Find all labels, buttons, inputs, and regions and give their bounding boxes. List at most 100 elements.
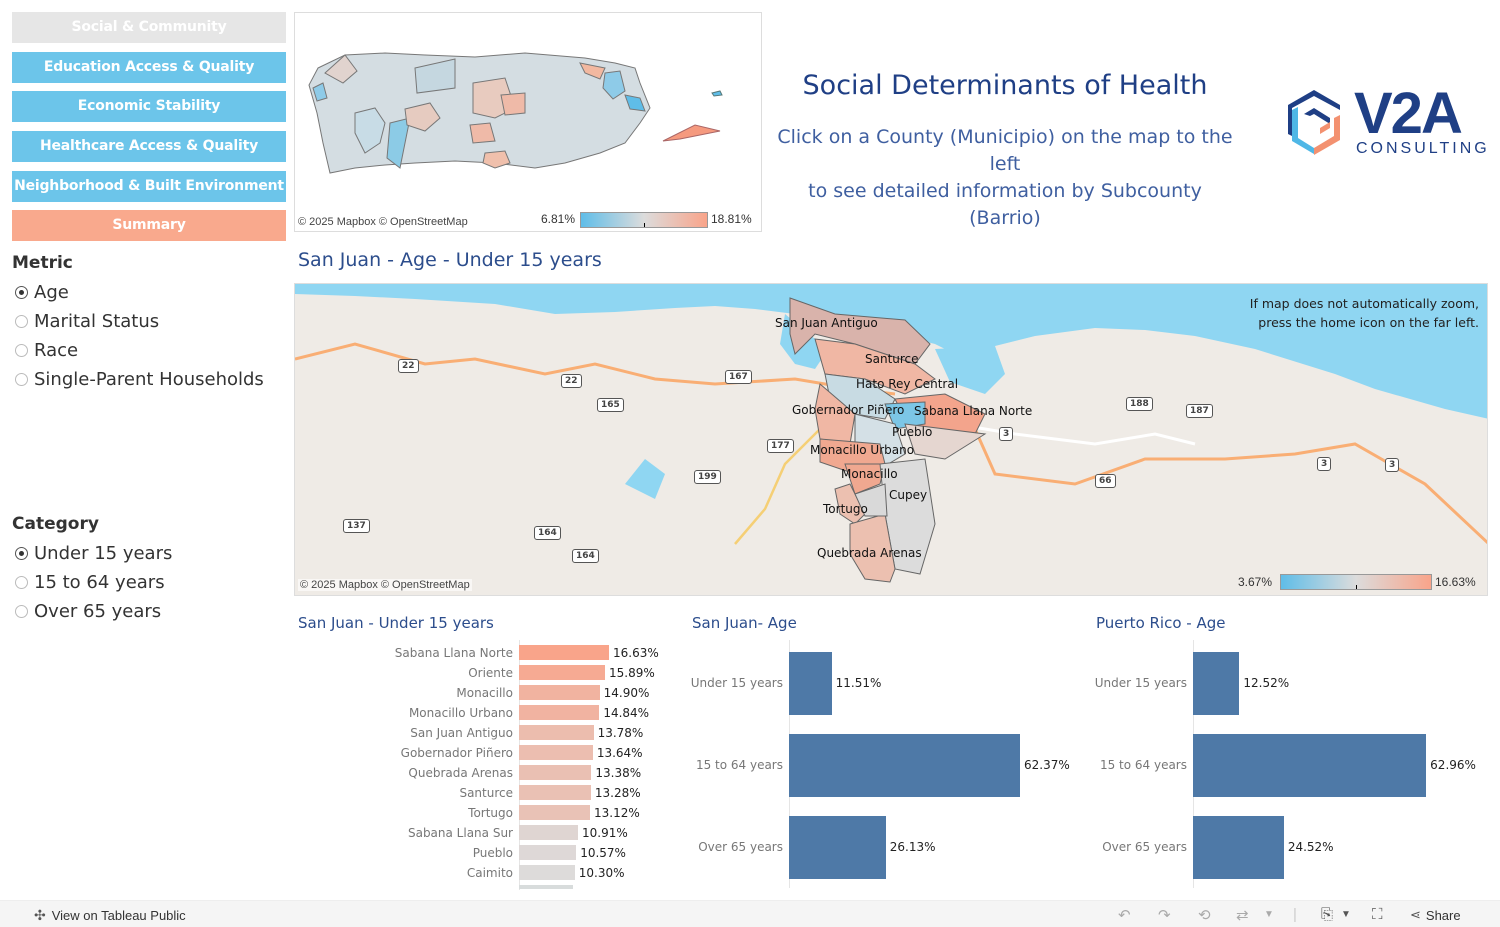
bar [519,765,592,780]
bar-category-label: 15 to 64 years [1099,758,1187,772]
bar [1193,816,1284,879]
download-icon[interactable]: ⎘ [1321,906,1333,923]
barrio-label: San Juan Antiguo [775,316,878,330]
puerto-rico-map[interactable]: © 2025 Mapbox © OpenStreetMap 6.81% 18.8… [294,12,762,232]
road-shield: 188 [1126,397,1153,411]
bar [1193,734,1427,797]
metric-option-single-parent[interactable]: Single-Parent Households [15,369,264,390]
logo-text: V2A [1354,81,1463,146]
road-shield: 177 [767,439,794,453]
radio-icon[interactable] [15,576,28,589]
subtitle-line-1: Click on a County (Municipio) on the map… [777,126,1233,175]
bar [519,805,590,820]
bar-value-label: 62.96% [1430,758,1476,772]
color-legend-bar [1280,574,1432,590]
bar-value-label: 10.91% [582,826,628,840]
bar-category-label: Gobernador Piñero [400,746,513,760]
road [954,422,1196,446]
radio-selected-icon[interactable] [15,286,28,299]
radio-selected-icon[interactable] [15,547,28,560]
radio-icon[interactable] [15,373,28,386]
bar-category-label: Over 65 years [698,840,783,854]
municipio[interactable] [482,150,511,169]
san-juan-barrio-map[interactable]: San Juan Antiguo Santurce Hato Rey Centr… [294,283,1488,596]
refresh-icon[interactable]: ⇄ [1236,906,1249,924]
metric-option-race[interactable]: Race [15,340,78,361]
puerto-rico-municipios-choropleth[interactable] [295,13,763,213]
bar-value-label: 14.90% [603,686,650,700]
legend-max-label: 16.63% [1435,575,1476,589]
dashboard-subtitle: Click on a County (Municipio) on the map… [770,124,1240,232]
metric-option-label: Age [34,282,69,303]
road-shield: 3 [1385,458,1400,472]
road-shield: 66 [1095,474,1116,488]
bar-value-label: 13.28% [594,786,641,800]
undo-icon[interactable]: ↶ [1118,906,1131,924]
category-filter-title: Category [12,514,99,534]
legend-tick [1356,585,1357,589]
road-shield: 187 [1186,404,1213,418]
category-option-under-15[interactable]: Under 15 years [15,543,172,564]
toolbar-divider: | [1293,906,1297,923]
zoom-instructions-note: If map does not automatically zoom, pres… [1250,294,1479,332]
municipio[interactable] [500,92,526,116]
municipio-vieques[interactable] [662,124,721,142]
radio-icon[interactable] [15,315,28,328]
bar-category-label: Monacillo [456,686,513,700]
nav-summary-button[interactable]: Summary [12,210,286,241]
bar [519,665,605,680]
category-option-label: 15 to 64 years [34,572,165,593]
bar-value-label: 10.57% [580,846,626,860]
view-on-tableau-public-link[interactable]: ✣ View on Tableau Public [34,907,186,924]
map-attribution[interactable]: © 2025 Mapbox © OpenStreetMap [298,216,468,228]
radio-icon[interactable] [15,344,28,357]
nav-neighborhood-button[interactable]: Neighborhood & Built Environment [12,171,286,202]
fullscreen-icon[interactable]: ⛶ [1372,906,1383,923]
bar-category-label: Caimito [466,866,513,880]
bar-category-label: Sabana Llana Norte [394,646,513,660]
metric-option-marital-status[interactable]: Marital Status [15,311,159,332]
nav-education-button[interactable]: Education Access & Quality [12,52,286,83]
nav-economic-button[interactable]: Economic Stability [12,91,286,122]
bar-category-label: 15 to 64 years [695,758,783,772]
view-on-tableau-label: View on Tableau Public [51,908,186,923]
nav-healthcare-button[interactable]: Healthcare Access & Quality [12,131,286,162]
puerto-rico-age-bar-chart: Under 15 years 12.52% 15 to 64 years 62.96%… [1090,640,1500,890]
bar [519,845,577,860]
bar [519,645,609,660]
refresh-dropdown-icon[interactable]: ▼ [1264,909,1274,920]
bar-category-label: Oriente [468,666,513,680]
category-option-15-to-64[interactable]: 15 to 64 years [15,572,165,593]
legend-max-label: 18.81% [711,212,752,226]
nav-social-community-button[interactable]: Social & Community [12,12,286,43]
logo-subtext: CONSULTING [1356,140,1490,157]
revert-icon[interactable]: ⟲ [1198,906,1211,924]
bar-category-label: Pueblo [472,846,513,860]
metric-option-age[interactable]: Age [15,282,69,303]
san-juan-age-bar-chart: Under 15 years 11.51% 15 to 64 years 62.37%… [680,640,1090,890]
barrio-label: Santurce [865,352,919,366]
puerto-rico-age-chart-title: Puerto Rico - Age [1096,614,1226,632]
road-shield: 137 [343,519,370,533]
radio-icon[interactable] [15,605,28,618]
redo-icon[interactable]: ↷ [1158,906,1171,924]
share-button[interactable]: ⋖ Share [1410,907,1461,923]
barrio-label: Pueblo [892,425,933,439]
reservoir [625,459,665,499]
category-option-over-65[interactable]: Over 65 years [15,601,161,622]
bar-partial [519,885,573,889]
metric-option-label: Race [34,340,79,361]
municipio[interactable] [469,122,496,144]
bar [519,685,600,700]
san-juan-age-chart-title: San Juan- Age [692,614,797,632]
download-dropdown-icon[interactable]: ▼ [1341,909,1351,920]
municipio-culebra[interactable] [711,90,723,97]
map-attribution[interactable]: © 2025 Mapbox © OpenStreetMap [298,579,472,591]
barrio-label: Cupey [889,488,928,502]
barrio-label: Hato Rey Central [856,377,959,391]
bar [789,652,832,715]
bar-category-label: Under 15 years [1094,676,1187,690]
road-shield: 3 [1317,457,1332,471]
road-shield: 165 [597,398,624,412]
dashboard-title: Social Determinants of Health [802,70,1208,101]
